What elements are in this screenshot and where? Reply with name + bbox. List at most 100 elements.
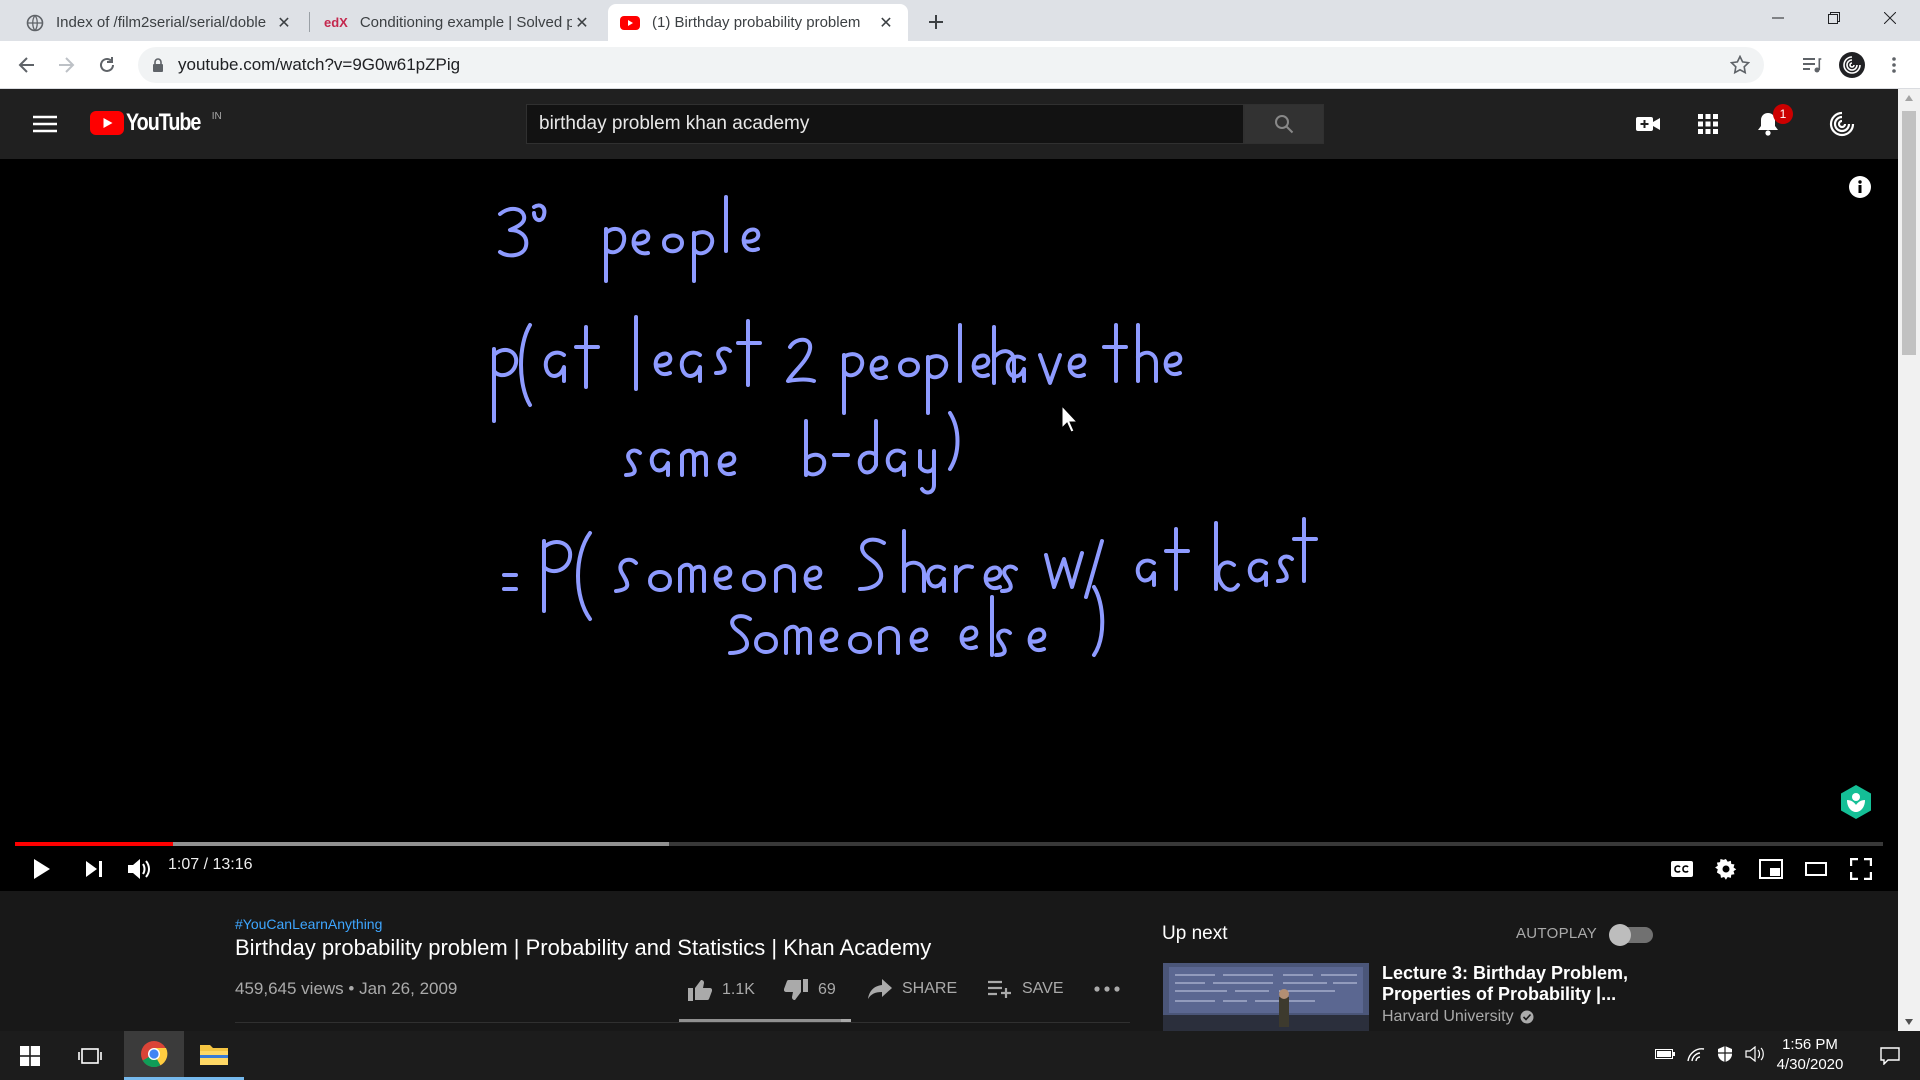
scroll-up-arrow-icon[interactable]	[1904, 94, 1914, 102]
start-button[interactable]	[0, 1031, 60, 1080]
task-view-button[interactable]	[60, 1031, 120, 1080]
fullscreen-button[interactable]	[1841, 851, 1881, 887]
khan-academy-logo-icon	[1841, 785, 1871, 819]
close-tab-icon[interactable]: ✕	[572, 13, 592, 33]
guide-menu-button[interactable]	[27, 106, 63, 142]
action-center-button[interactable]	[1868, 1031, 1912, 1080]
play-button[interactable]	[22, 851, 62, 887]
time-display: 1:07 / 13:16	[168, 856, 253, 873]
lecture-thumbnail-image	[1163, 963, 1369, 1031]
captions-button[interactable]	[1662, 851, 1702, 887]
fullscreen-icon	[1850, 858, 1872, 880]
volume-icon	[128, 859, 150, 879]
mute-button[interactable]	[119, 851, 159, 887]
recommended-video-thumbnail[interactable]	[1163, 963, 1369, 1031]
new-tab-button[interactable]	[922, 8, 950, 36]
share-arrow-icon	[868, 979, 892, 999]
video-title: Birthday probability problem | Probabili…	[235, 935, 932, 960]
search-input[interactable]: birthday problem khan academy	[526, 104, 1244, 144]
chrome-menu-button[interactable]	[1878, 49, 1910, 81]
dislike-count: 69	[818, 981, 836, 998]
folder-icon	[200, 1045, 228, 1065]
create-video-button[interactable]	[1630, 106, 1666, 142]
restore-button[interactable]	[1806, 0, 1862, 36]
youtube-header: YouTube IN birthday problem khan academy	[0, 89, 1898, 159]
avatar	[1839, 52, 1865, 78]
recommended-video-channel[interactable]: Harvard University	[1382, 1008, 1534, 1026]
thumbs-down-icon	[784, 979, 808, 1000]
media-control-button[interactable]	[1796, 49, 1828, 81]
taskbar-file-explorer[interactable]	[184, 1031, 244, 1080]
search-button[interactable]	[1244, 104, 1324, 144]
task-view-icon	[78, 1047, 102, 1064]
close-tab-icon[interactable]: ✕	[876, 13, 896, 33]
miniplayer-icon	[1759, 859, 1783, 879]
youtube-logo[interactable]: YouTube IN	[90, 109, 222, 137]
back-button[interactable]	[11, 49, 43, 81]
progress-played	[15, 842, 174, 846]
page-scrollbar[interactable]	[1898, 89, 1920, 1031]
edx-icon: edX	[324, 15, 348, 30]
video-player[interactable]: 1:07 / 13:16	[0, 159, 1898, 891]
scroll-thumb[interactable]	[1902, 111, 1916, 355]
more-actions-button[interactable]	[1094, 986, 1120, 992]
settings-button[interactable]	[1706, 851, 1746, 887]
restore-icon	[1828, 12, 1840, 24]
share-button[interactable]: SHARE	[868, 979, 957, 999]
like-count: 1.1K	[722, 981, 755, 998]
avatar-swirl-icon	[1827, 109, 1857, 139]
minimize-button[interactable]	[1750, 0, 1806, 36]
address-bar[interactable]: youtube.com/watch?v=9G0w61pZPig	[138, 47, 1764, 83]
next-video-button[interactable]	[74, 851, 114, 887]
scroll-down-arrow-icon[interactable]	[1904, 1018, 1914, 1026]
toggle-knob	[1609, 924, 1631, 946]
close-window-button[interactable]	[1862, 0, 1918, 36]
theater-mode-icon	[1805, 862, 1827, 876]
shield-icon[interactable]	[1717, 1045, 1733, 1063]
recommended-video-title[interactable]: Lecture 3: Birthday Problem, Properties …	[1382, 963, 1632, 1005]
close-tab-icon[interactable]: ✕	[274, 13, 294, 33]
reload-icon	[100, 57, 114, 72]
bookmark-star-icon[interactable]	[1730, 55, 1750, 75]
taskbar-clock[interactable]: 1:56 PM 4/30/2020	[1762, 1035, 1858, 1075]
tab-conditioning-example[interactable]: edX Conditioning example | Solved pr ✕	[312, 4, 604, 41]
mouse-cursor-icon	[1061, 404, 1079, 433]
tab-title: Index of /film2serial/serial/doble	[56, 14, 267, 31]
tab-index-film2serial[interactable]: Index of /film2serial/serial/doble ✕	[14, 4, 306, 41]
account-avatar[interactable]	[1824, 106, 1860, 142]
progress-bar[interactable]	[15, 842, 1883, 846]
tab-birthday-problem[interactable]: (1) Birthday probability problem ✕	[608, 4, 908, 41]
hashtag-link[interactable]: #YouCanLearnAnything	[235, 916, 382, 932]
save-button[interactable]: SAVE	[988, 979, 1064, 999]
video-details: #YouCanLearnAnything Birthday probabilit…	[0, 891, 1898, 1031]
battery-icon[interactable]	[1655, 1047, 1675, 1061]
search-query-text: birthday problem khan academy	[539, 113, 810, 134]
miniplayer-button[interactable]	[1751, 851, 1791, 887]
gear-icon	[1715, 859, 1737, 880]
region-code: IN	[211, 110, 222, 122]
video-frame	[492, 195, 1318, 657]
arrow-right-icon	[59, 57, 75, 73]
clock-date: 4/30/2020	[1776, 1056, 1844, 1073]
info-button[interactable]	[1848, 175, 1872, 199]
playlist-icon	[1803, 58, 1822, 73]
tab-title: (1) Birthday probability problem	[652, 14, 861, 31]
theater-mode-button[interactable]	[1796, 851, 1836, 887]
save-label: SAVE	[1022, 980, 1064, 997]
autoplay-toggle[interactable]	[1609, 924, 1653, 946]
arrow-left-icon	[18, 57, 34, 73]
dislike-button[interactable]: 69	[784, 979, 836, 1001]
playlist-add-icon	[988, 980, 1011, 998]
apps-button[interactable]	[1690, 106, 1726, 142]
hamburger-icon	[33, 115, 57, 133]
forward-button[interactable]	[50, 49, 82, 81]
info-icon	[1849, 176, 1871, 198]
taskbar-chrome[interactable]	[124, 1031, 184, 1080]
wifi-icon[interactable]	[1687, 1046, 1705, 1062]
closed-captions-icon	[1671, 861, 1693, 877]
khan-academy-watermark[interactable]	[1838, 784, 1874, 820]
like-button[interactable]: 1.1K	[688, 979, 755, 1001]
profile-avatar[interactable]	[1836, 49, 1868, 81]
search-icon	[1275, 115, 1294, 134]
reload-button[interactable]	[91, 49, 123, 81]
